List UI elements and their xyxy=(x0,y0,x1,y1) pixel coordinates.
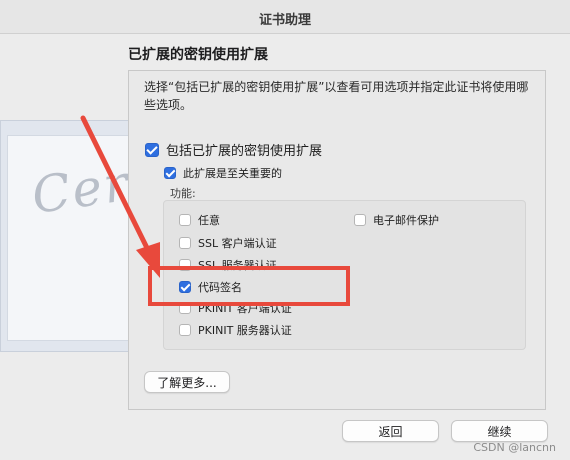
function-checkbox-any[interactable] xyxy=(179,214,191,226)
critical-label: 此扩展是至关重要的 xyxy=(183,167,282,180)
watermark-text: CSDN @lancnn xyxy=(473,441,556,454)
function-label: 电子邮件保护 xyxy=(373,214,439,227)
function-checkbox-email-protection[interactable] xyxy=(354,214,366,226)
function-item-any[interactable]: 任意 xyxy=(179,212,220,228)
continue-button[interactable]: 继续 xyxy=(451,420,548,442)
functions-label: 功能: xyxy=(170,187,196,200)
function-label: SSL 客户端认证 xyxy=(198,237,277,250)
function-checkbox-ssl-client[interactable] xyxy=(179,237,191,249)
description-text: 选择“包括已扩展的密钥使用扩展”以查看可用选项并指定此证书将使用哪些选项。 xyxy=(144,80,529,112)
annotation-highlight-box xyxy=(148,266,350,306)
learn-more-button[interactable]: 了解更多... xyxy=(144,371,230,393)
include-ext-checkbox-row[interactable]: 包括已扩展的密钥使用扩展 xyxy=(145,140,322,159)
back-button[interactable]: 返回 xyxy=(342,420,439,442)
title-bar: 证书助理 xyxy=(0,0,570,34)
include-ext-label: 包括已扩展的密钥使用扩展 xyxy=(166,144,323,159)
function-item-email-protection[interactable]: 电子邮件保护 xyxy=(354,212,439,228)
section-title: 已扩展的密钥使用扩展 xyxy=(128,47,268,63)
certificate-assistant-window: 证书助理 Certificate 已扩展的密钥使用扩展 选择“包括已扩展的密钥使… xyxy=(0,0,570,460)
include-ext-checkbox[interactable] xyxy=(145,142,159,157)
function-checkbox-pkinit-server[interactable] xyxy=(179,324,191,336)
window-title: 证书助理 xyxy=(258,13,311,28)
function-label: 任意 xyxy=(198,214,220,227)
function-item-pkinit-server[interactable]: PKINIT 服务器认证 xyxy=(179,322,292,338)
function-label: PKINIT 服务器认证 xyxy=(198,324,292,337)
critical-checkbox-row[interactable]: 此扩展是至关重要的 xyxy=(164,165,282,181)
critical-checkbox[interactable] xyxy=(164,167,176,179)
function-item-ssl-client[interactable]: SSL 客户端认证 xyxy=(179,235,277,251)
